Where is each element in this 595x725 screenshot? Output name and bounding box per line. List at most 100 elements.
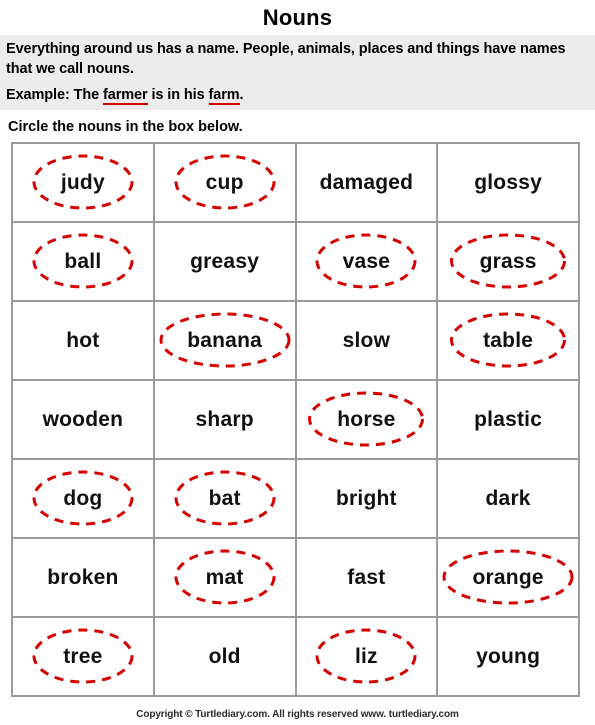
- word-label: dark: [485, 486, 531, 510]
- word-grid-row: tree old liz young: [11, 616, 580, 697]
- word-grid-row: ball greasy vase grass: [11, 221, 580, 302]
- word-label: damaged: [319, 170, 414, 194]
- word-cell[interactable]: grass: [436, 221, 580, 302]
- word-cell[interactable]: mat: [152, 537, 297, 618]
- word-cell[interactable]: liz: [294, 616, 439, 697]
- word-cell[interactable]: horse: [294, 379, 439, 460]
- word-label: old: [208, 644, 241, 668]
- word-cell-inner: dog: [32, 470, 134, 526]
- word-label: young: [476, 644, 541, 668]
- word-label: orange: [472, 565, 544, 589]
- word-grid-row: judy cup damaged glossy: [11, 142, 580, 223]
- word-cell[interactable]: ball: [11, 221, 155, 302]
- word-cell-inner: bat: [174, 470, 276, 526]
- word-cell[interactable]: vase: [294, 221, 439, 302]
- intro-panel: Everything around us has a name. People,…: [0, 35, 595, 110]
- word-label: bat: [208, 486, 241, 510]
- word-cell[interactable]: bat: [152, 458, 297, 539]
- word-cell-inner: tree: [32, 628, 134, 684]
- word-cell-inner: liz: [315, 628, 417, 684]
- word-label: dog: [63, 486, 103, 510]
- word-label: liz: [354, 644, 378, 668]
- word-label: table: [483, 328, 534, 352]
- footer-copyright: Copyright © Turtlediary.com. All rights …: [136, 709, 459, 720]
- word-label: wooden: [42, 407, 124, 431]
- word-cell[interactable]: glossy: [436, 142, 580, 223]
- word-label: grass: [479, 249, 537, 273]
- instruction-text: Circle the nouns in the box below.: [8, 119, 243, 135]
- word-cell-inner: young: [476, 646, 540, 667]
- word-label: bright: [336, 486, 397, 510]
- word-cell-inner: horse: [308, 391, 425, 447]
- word-cell-inner: greasy: [190, 251, 259, 272]
- word-cell[interactable]: judy: [11, 142, 155, 223]
- word-cell-inner: ball: [32, 233, 134, 289]
- word-cell-inner: vase: [315, 233, 417, 289]
- word-cell[interactable]: dark: [436, 458, 580, 539]
- word-cell[interactable]: slow: [294, 300, 439, 381]
- word-label: greasy: [190, 249, 260, 273]
- word-grid: judy cup damaged glossy ball greasy vase grass h…: [11, 142, 580, 697]
- word-label: horse: [337, 407, 396, 431]
- example-prefix: Example: The: [6, 87, 104, 103]
- word-label: plastic: [474, 407, 543, 431]
- page-title: Nouns: [262, 5, 333, 30]
- word-cell-inner: banana: [159, 312, 291, 368]
- example-noun-farm: farm: [208, 87, 240, 105]
- word-cell-inner: slow: [343, 330, 390, 351]
- word-cell[interactable]: greasy: [152, 221, 297, 302]
- word-cell-inner: fast: [347, 567, 385, 588]
- word-cell[interactable]: sharp: [152, 379, 297, 460]
- word-cell[interactable]: old: [152, 616, 297, 697]
- word-cell-inner: table: [450, 312, 567, 368]
- word-cell[interactable]: wooden: [11, 379, 155, 460]
- word-cell-inner: plastic: [474, 409, 542, 430]
- word-cell-inner: broken: [47, 567, 118, 588]
- word-cell-inner: judy: [32, 154, 134, 210]
- word-label: tree: [63, 644, 103, 668]
- word-cell-inner: damaged: [320, 172, 414, 193]
- word-cell[interactable]: broken: [11, 537, 155, 618]
- word-label: cup: [205, 170, 244, 194]
- word-cell[interactable]: fast: [294, 537, 439, 618]
- word-cell-inner: orange: [442, 549, 574, 605]
- word-label: slow: [342, 328, 391, 352]
- word-cell-inner: old: [209, 646, 241, 667]
- word-label: banana: [187, 328, 262, 352]
- word-label: hot: [66, 328, 100, 352]
- word-grid-row: hot banana slow table: [11, 300, 580, 381]
- word-label: fast: [347, 565, 386, 589]
- word-cell[interactable]: table: [436, 300, 580, 381]
- word-grid-row: dog bat bright dark: [11, 458, 580, 539]
- word-label: vase: [342, 249, 391, 273]
- word-cell[interactable]: banana: [152, 300, 297, 381]
- word-cell[interactable]: hot: [11, 300, 155, 381]
- word-cell-inner: hot: [66, 330, 99, 351]
- word-label: judy: [60, 170, 105, 194]
- example-middle: is in his: [147, 87, 209, 103]
- word-label: mat: [205, 565, 244, 589]
- worksheet-page: Nouns Everything around us has a name. P…: [0, 0, 595, 720]
- intro-example: Example: The farmer is in his farm.: [6, 85, 589, 105]
- word-label: broken: [47, 565, 119, 589]
- word-label: ball: [64, 249, 102, 273]
- word-cell-inner: glossy: [474, 172, 542, 193]
- word-cell[interactable]: plastic: [436, 379, 580, 460]
- word-cell-inner: grass: [450, 233, 567, 289]
- word-cell-inner: bright: [336, 488, 397, 509]
- word-cell[interactable]: cup: [152, 142, 297, 223]
- word-cell[interactable]: tree: [11, 616, 155, 697]
- word-cell[interactable]: damaged: [294, 142, 439, 223]
- example-noun-farmer: farmer: [103, 87, 148, 105]
- word-cell-inner: mat: [174, 549, 276, 605]
- word-cell[interactable]: orange: [436, 537, 580, 618]
- word-cell[interactable]: young: [436, 616, 580, 697]
- word-cell-inner: cup: [174, 154, 276, 210]
- word-cell[interactable]: dog: [11, 458, 155, 539]
- word-grid-row: wooden sharp horse plastic: [11, 379, 580, 460]
- intro-paragraph: Everything around us has a name. People,…: [6, 41, 566, 77]
- word-label: sharp: [195, 407, 254, 431]
- word-cell-inner: dark: [486, 488, 531, 509]
- word-grid-body: judy cup damaged glossy ball greasy vase grass h…: [11, 142, 580, 697]
- word-cell[interactable]: bright: [294, 458, 439, 539]
